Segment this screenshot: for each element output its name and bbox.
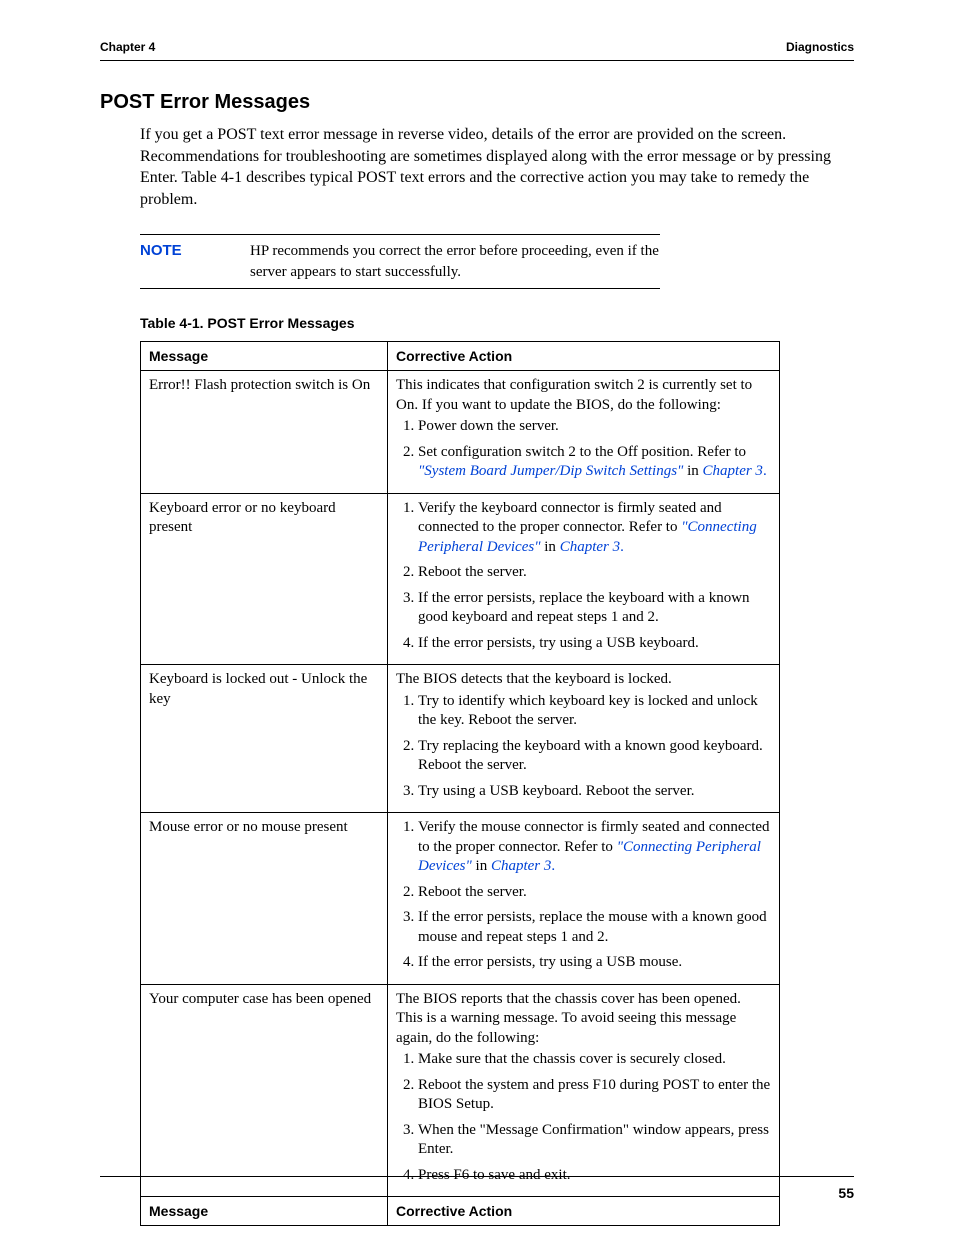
header-chapter: Chapter 4 <box>100 40 155 54</box>
action-cell: Verify the mouse connector is firmly sea… <box>388 813 780 985</box>
running-header: Chapter 4 Diagnostics <box>100 40 854 60</box>
page: Chapter 4 Diagnostics POST Error Message… <box>0 0 954 1235</box>
action-cell: The BIOS detects that the keyboard is lo… <box>388 665 780 813</box>
note-text: HP recommends you correct the error befo… <box>250 241 660 282</box>
page-footer: 55 <box>100 1176 854 1201</box>
col-header-message: Message <box>141 341 388 370</box>
list-item: If the error persists, replace the mouse… <box>418 908 771 947</box>
step-text: in <box>541 539 560 555</box>
action-lead: This indicates that configuration switch… <box>396 377 752 413</box>
action-cell: Verify the keyboard connector is firmly … <box>388 493 780 665</box>
header-section: Diagnostics <box>786 40 854 54</box>
section-title: POST Error Messages <box>100 91 854 114</box>
page-number: 55 <box>100 1185 854 1201</box>
step-text: in <box>683 463 702 479</box>
list-item: Verify the mouse connector is firmly sea… <box>418 818 771 877</box>
table-row: Mouse error or no mouse present Verify t… <box>141 813 780 985</box>
table-caption: Table 4-1. POST Error Messages <box>140 315 854 331</box>
list-item: Verify the keyboard connector is firmly … <box>418 499 771 558</box>
list-item: Try replacing the keyboard with a known … <box>418 737 771 776</box>
list-item: If the error persists, try using a USB m… <box>418 953 771 973</box>
chapter-link[interactable]: Chapter 3 <box>491 858 551 874</box>
list-item: Power down the server. <box>418 417 771 437</box>
message-cell: Your computer case has been opened <box>141 984 388 1197</box>
step-text: . <box>551 858 555 874</box>
steps-list: Power down the server. Set configuration… <box>396 417 771 482</box>
list-item: Reboot the system and press F10 during P… <box>418 1076 771 1115</box>
table-row: Your computer case has been opened The B… <box>141 984 780 1197</box>
message-cell: Keyboard is locked out - Unlock the key <box>141 665 388 813</box>
table-header-row: Message Corrective Action <box>141 341 780 370</box>
action-lead: The BIOS detects that the keyboard is lo… <box>396 671 672 687</box>
note-block: NOTE HP recommends you correct the error… <box>140 234 660 289</box>
steps-list: Try to identify which keyboard key is lo… <box>396 692 771 802</box>
message-cell: Mouse error or no mouse present <box>141 813 388 985</box>
action-cell: The BIOS reports that the chassis cover … <box>388 984 780 1197</box>
header-rule <box>100 60 854 61</box>
list-item: When the "Message Confirmation" window a… <box>418 1121 771 1160</box>
table-row: Keyboard error or no keyboard present Ve… <box>141 493 780 665</box>
step-text: in <box>472 858 491 874</box>
message-cell: Error!! Flash protection switch is On <box>141 371 388 494</box>
note-label: NOTE <box>140 241 250 282</box>
list-item: Try using a USB keyboard. Reboot the ser… <box>418 782 771 802</box>
step-text: . <box>620 539 624 555</box>
intro-paragraph: If you get a POST text error message in … <box>140 124 854 210</box>
col-header-action: Corrective Action <box>388 341 780 370</box>
message-cell: Keyboard error or no keyboard present <box>141 493 388 665</box>
chapter-link[interactable]: Chapter 3 <box>560 539 620 555</box>
list-item: Make sure that the chassis cover is secu… <box>418 1050 771 1070</box>
list-item: Reboot the server. <box>418 563 771 583</box>
step-text: . <box>763 463 767 479</box>
action-lead: The BIOS reports that the chassis cover … <box>396 991 741 1046</box>
list-item: Reboot the server. <box>418 883 771 903</box>
cross-ref-link[interactable]: "System Board Jumper/Dip Switch Settings… <box>418 463 683 479</box>
steps-list: Make sure that the chassis cover is secu… <box>396 1050 771 1185</box>
step-text: Set configuration switch 2 to the Off po… <box>418 444 746 460</box>
footer-rule <box>100 1176 854 1177</box>
chapter-link[interactable]: Chapter 3 <box>703 463 763 479</box>
list-item: If the error persists, try using a USB k… <box>418 634 771 654</box>
post-error-table: Message Corrective Action Error!! Flash … <box>140 341 780 1226</box>
steps-list: Verify the mouse connector is firmly sea… <box>396 818 771 973</box>
list-item: If the error persists, replace the keybo… <box>418 589 771 628</box>
steps-list: Verify the keyboard connector is firmly … <box>396 499 771 654</box>
step-text: Verify the keyboard connector is firmly … <box>418 500 722 536</box>
list-item: Set configuration switch 2 to the Off po… <box>418 443 771 482</box>
list-item: Try to identify which keyboard key is lo… <box>418 692 771 731</box>
table-row: Keyboard is locked out - Unlock the key … <box>141 665 780 813</box>
table-row: Error!! Flash protection switch is On Th… <box>141 371 780 494</box>
action-cell: This indicates that configuration switch… <box>388 371 780 494</box>
